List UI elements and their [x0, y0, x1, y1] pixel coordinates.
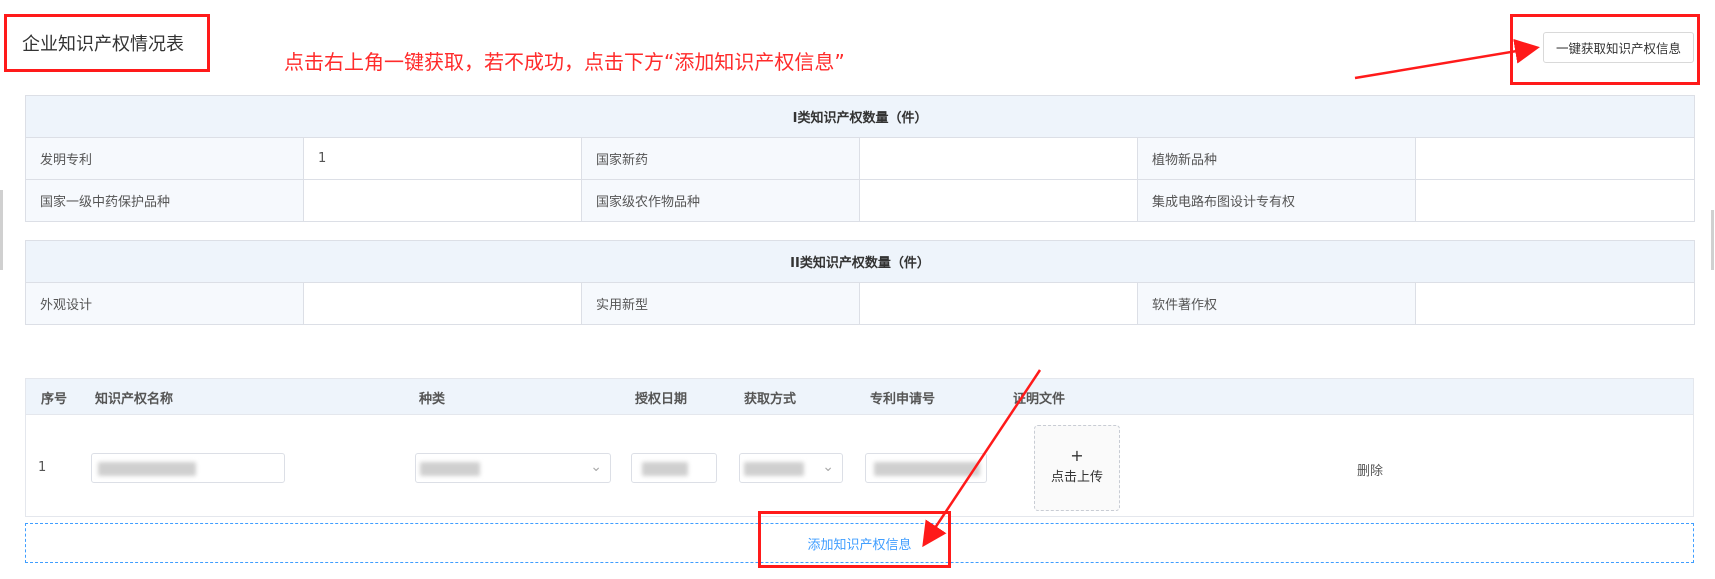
- arrow-to-add-button: [922, 369, 1042, 548]
- annotation-arrows: [922, 38, 1540, 548]
- arrow-to-fetch-button: [1354, 38, 1540, 80]
